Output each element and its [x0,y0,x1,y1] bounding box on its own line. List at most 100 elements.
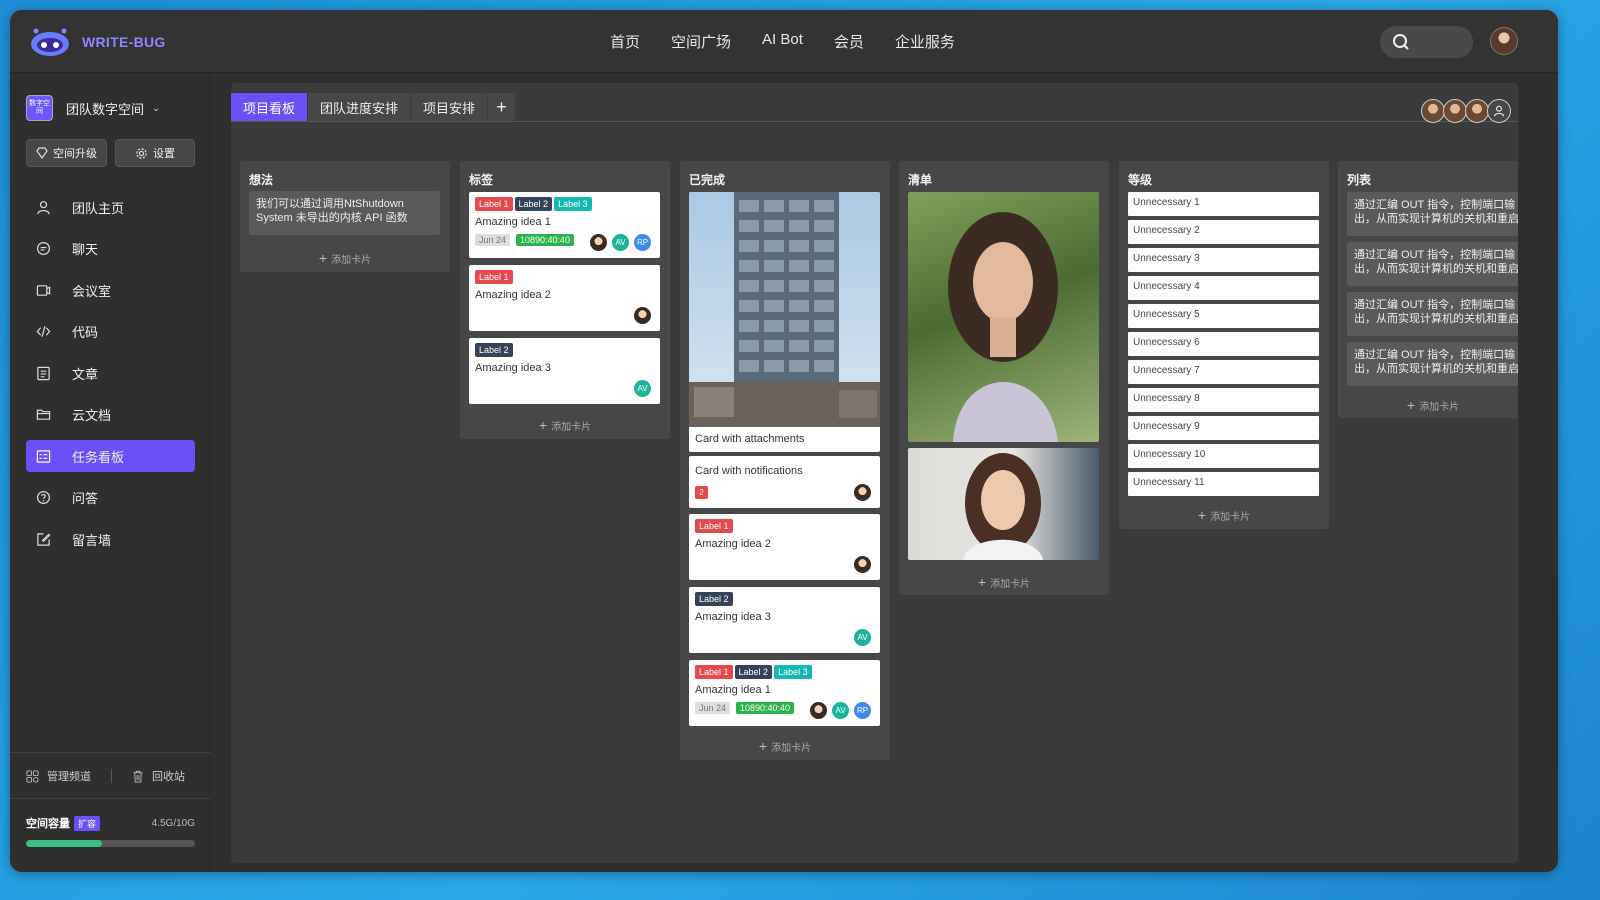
manage-channels-label: 管理频道 [47,771,91,783]
sidebar-item-team-home[interactable]: 团队主页 [26,191,195,223]
article-icon [35,365,51,381]
plus-icon: + [318,250,328,266]
capacity-label: 空间容量 [26,818,70,830]
sidebar-item-label: 聊天 [72,242,99,257]
divider [10,798,210,799]
settings-button[interactable]: 设置 [115,139,195,167]
tab-project-plan[interactable]: 项目安排 [411,93,489,121]
nav-home[interactable]: 首页 [610,31,640,52]
space-name: 团队数字空间 [66,101,145,117]
list-item[interactable]: Unnecessary 10 [1128,444,1319,468]
add-card-button[interactable]: + 添加卡片 [680,733,890,759]
column-title: 清单 [908,173,933,187]
attachment-card[interactable]: Card with attachments [689,192,880,452]
add-tab-button[interactable]: + [488,93,517,121]
expand-button[interactable]: 扩容 [74,815,101,831]
column-list: 列表 通过汇编 OUT 指令，控制端口输出，从而实现计算机的关机和重启 通过汇编… [1338,161,1518,418]
nav-membership[interactable]: 会员 [834,31,864,52]
portrait-photo[interactable] [908,192,1099,442]
label-tag: Label 1 [695,665,733,679]
tab-team-schedule[interactable]: 团队进度安排 [308,93,412,121]
label-tag: Label 2 [514,197,553,211]
edit-icon [35,531,51,547]
list-item[interactable]: Unnecessary 1 [1128,192,1319,216]
list-item[interactable]: Unnecessary 8 [1128,388,1319,412]
avatar: AV [853,628,872,647]
list-item[interactable]: Unnecessary 7 [1128,360,1319,384]
logo[interactable]: WRITE-BUG [28,27,166,57]
task-card[interactable]: Label 1 Amazing idea 2 [469,265,660,331]
idea-card[interactable]: 我们可以通过调用NtShutdown System 未导出的内核 API 函数 [249,191,440,235]
list-item[interactable]: Unnecessary 4 [1128,276,1319,300]
task-card[interactable]: Label 1 Label 2 Label 3 Amazing idea 1 J… [689,660,880,726]
space-icon: 数字空间 [26,95,53,121]
list-card[interactable]: 通过汇编 OUT 指令，控制端口输出，从而实现计算机的关机和重启 [1347,342,1518,386]
sidebar-item-label: 任务看板 [72,449,125,465]
task-card[interactable]: Label 2 Amazing idea 3 AV [469,338,660,404]
nav-enterprise[interactable]: 企业服务 [895,31,955,52]
list-item[interactable]: Unnecessary 6 [1128,332,1319,356]
space-selector[interactable]: 数字空间 团队数字空间 ⌄ [26,95,160,121]
add-card-button[interactable]: + 添加卡片 [460,412,670,438]
card-labels: Label 1 [695,519,735,533]
task-card[interactable]: Label 1 Label 2 Label 3 Amazing idea 1 J… [469,192,660,258]
board-tabs: 项目看板 团队进度安排 项目安排 + [231,93,517,121]
list-item[interactable]: Unnecessary 5 [1128,304,1319,328]
capacity-value: 4.5G/10G [151,817,195,829]
avatar[interactable] [1443,99,1467,123]
upgrade-label: 空间升级 [53,148,97,160]
robot-logo-icon [31,28,69,56]
sidebar: 数字空间 团队数字空间 ⌄ 空间升级 设置 团队主页 聊天 会议室 代码 文章 … [10,73,210,872]
list-card-text: 通过汇编 OUT 指令，控制端口输出，从而实现计算机的关机和重启 [1354,199,1518,225]
avatar: AV [831,701,850,720]
board-area: 项目看板 团队进度安排 项目安排 + 想法 我们可以通过调用NtShutdown… [231,83,1518,863]
question-icon [35,490,51,506]
avatar[interactable] [1421,99,1445,123]
list-card[interactable]: 通过汇编 OUT 指令，控制端口输出，从而实现计算机的关机和重启 [1347,242,1518,286]
add-member-button[interactable] [1487,99,1511,123]
sidebar-item-label: 问答 [72,491,99,506]
sidebar-item-message-wall[interactable]: 留言墙 [26,523,195,555]
add-card-button[interactable]: + 添加卡片 [1338,392,1518,418]
list-card[interactable]: 通过汇编 OUT 指令，控制端口输出，从而实现计算机的关机和重启 [1347,292,1518,336]
sidebar-item-cloud-docs[interactable]: 云文档 [26,399,195,431]
nav-ai-bot[interactable]: AI Bot [762,31,803,52]
user-avatar[interactable] [1490,27,1518,55]
add-card-button[interactable]: + 添加卡片 [240,245,450,271]
avatar[interactable] [1465,99,1489,123]
sidebar-item-chat[interactable]: 聊天 [26,233,195,265]
add-card-label: 添加卡片 [990,578,1031,590]
sidebar-item-label: 云文档 [72,408,112,423]
add-card-button[interactable]: + 添加卡片 [1119,502,1329,528]
sidebar-item-code[interactable]: 代码 [26,316,195,348]
list-item[interactable]: Unnecessary 11 [1128,472,1319,496]
avatar [853,555,872,574]
list-card-text: 通过汇编 OUT 指令，控制端口输出，从而实现计算机的关机和重启 [1354,349,1518,375]
sidebar-item-meeting[interactable]: 会议室 [26,274,195,306]
add-card-label: 添加卡片 [771,742,812,754]
add-card-button[interactable]: + 添加卡片 [899,569,1109,595]
notification-card[interactable]: Card with notifications 2 [689,456,880,508]
diamond-icon [36,147,48,159]
search-button[interactable] [1380,26,1473,58]
list-card-text: 通过汇编 OUT 指令，控制端口输出，从而实现计算机的关机和重启 [1354,299,1518,325]
portrait-photo[interactable] [908,448,1099,560]
top-bar: WRITE-BUG 首页 空间广场 AI Bot 会员 企业服务 [10,10,1558,73]
list-item[interactable]: Unnecessary 2 [1128,220,1319,244]
list-item[interactable]: Unnecessary 9 [1128,416,1319,440]
card-title: Amazing idea 2 [475,289,551,301]
upgrade-button[interactable]: 空间升级 [26,139,107,167]
list-item[interactable]: Unnecessary 3 [1128,248,1319,272]
task-card[interactable]: Label 1 Amazing idea 2 [689,514,880,580]
task-card[interactable]: Label 2 Amazing idea 3 AV [689,587,880,653]
nav-space-square[interactable]: 空间广场 [671,31,731,52]
trash-button[interactable]: 回收站 [132,768,185,784]
manage-channels-button[interactable]: 管理频道 [26,768,91,784]
sidebar-item-qa[interactable]: 问答 [26,482,195,514]
sidebar-item-article[interactable]: 文章 [26,357,195,389]
list-card[interactable]: 通过汇编 OUT 指令，控制端口输出，从而实现计算机的关机和重启 [1347,192,1518,236]
user-icon [35,199,51,215]
tab-project-board[interactable]: 项目看板 [231,93,309,121]
card-title: Amazing idea 3 [475,362,551,374]
sidebar-item-task-board[interactable]: 任务看板 [26,440,195,472]
